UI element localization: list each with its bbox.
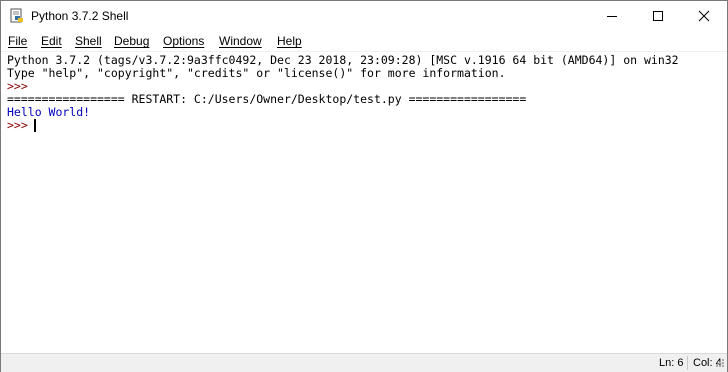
shell-line-info: Type "help", "copyright", "credits" or "… bbox=[7, 66, 506, 80]
menu-window[interactable]: Window bbox=[219, 34, 262, 48]
idle-shell-window: Python 3.7.2 Shell File Edit Shell Debug… bbox=[0, 0, 728, 372]
menu-shell[interactable]: Shell bbox=[75, 34, 102, 48]
menu-debug[interactable]: Debug bbox=[114, 34, 149, 48]
menu-edit[interactable]: Edit bbox=[41, 34, 62, 48]
maximize-button[interactable] bbox=[635, 1, 681, 31]
menu-file[interactable]: File bbox=[8, 34, 27, 48]
status-divider bbox=[687, 356, 688, 370]
shell-text-area[interactable]: Python 3.7.2 (tags/v3.7.2:9a3ffc0492, De… bbox=[1, 52, 727, 353]
status-line-number: Ln: 6 bbox=[659, 357, 684, 369]
title-bar[interactable]: Python 3.7.2 Shell bbox=[1, 1, 727, 31]
text-cursor bbox=[34, 119, 36, 132]
menu-help[interactable]: Help bbox=[277, 34, 302, 48]
menu-bar: File Edit Shell Debug Options Window Hel… bbox=[1, 31, 727, 51]
close-icon bbox=[698, 10, 710, 22]
status-bar: Ln: 6 Col: 4 bbox=[1, 353, 727, 372]
menu-options[interactable]: Options bbox=[163, 34, 204, 48]
minimize-icon bbox=[607, 16, 617, 17]
python-idle-icon bbox=[9, 8, 25, 24]
shell-prompt-current: >>> bbox=[7, 118, 35, 132]
close-button[interactable] bbox=[681, 1, 727, 31]
maximize-icon bbox=[653, 11, 663, 21]
window-title: Python 3.7.2 Shell bbox=[31, 9, 129, 23]
resize-grip-icon[interactable] bbox=[715, 358, 725, 371]
minimize-button[interactable] bbox=[589, 1, 635, 31]
